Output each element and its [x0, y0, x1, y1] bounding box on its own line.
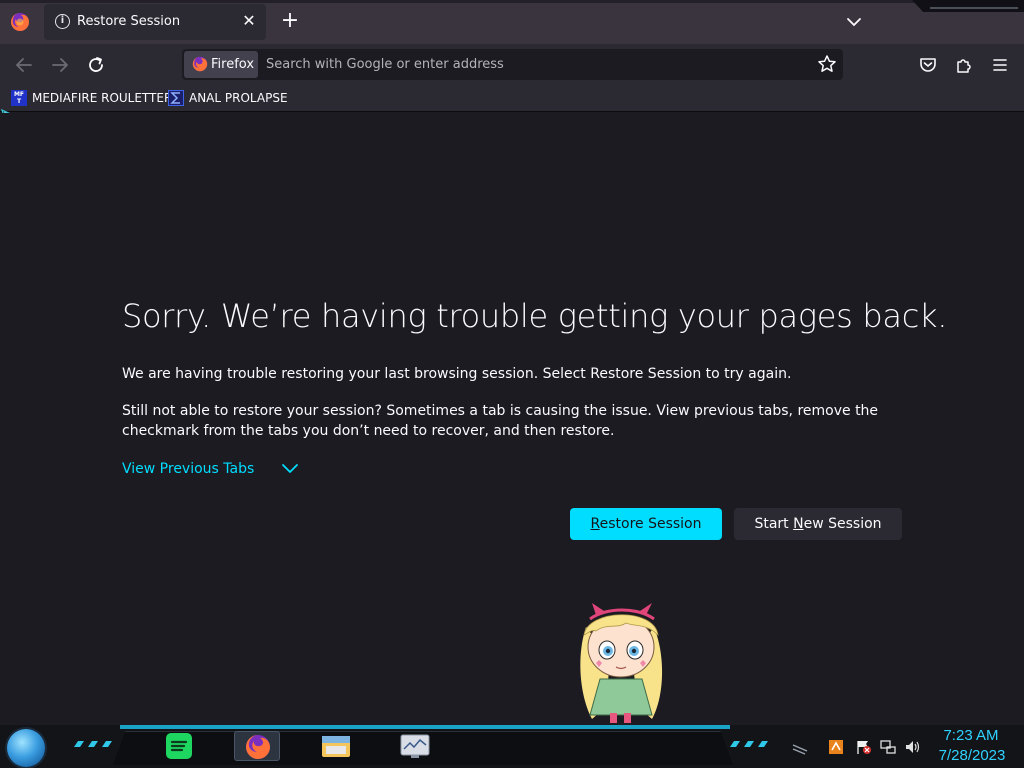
address-bar[interactable]: Firefox — [182, 49, 843, 80]
chevron-icon[interactable] — [792, 739, 808, 755]
bookmark-anal-prolapse[interactable]: ANAL PROLAPSE — [168, 87, 288, 109]
bookmark-mediafire-rouletter[interactable]: MF T MEDIAFIRE ROULETTER — [11, 87, 172, 109]
file-explorer-icon — [322, 736, 350, 757]
back-arrow-icon[interactable] — [12, 53, 36, 77]
identity-box[interactable]: Firefox — [184, 51, 258, 78]
tab-strip: i Restore Session ✕ + — [0, 0, 1024, 44]
accesskey-n: N — [793, 516, 804, 532]
action-center-flag-icon[interactable] — [856, 739, 872, 755]
extensions-icon[interactable] — [953, 54, 975, 76]
page-title: Sorry. We’re having trouble getting your… — [122, 297, 948, 335]
identity-label: Firefox — [211, 57, 255, 72]
taskbar-app-firefox[interactable] — [234, 731, 280, 761]
bookmark-label: MEDIAFIRE ROULETTER — [32, 91, 173, 105]
view-previous-tabs-toggle[interactable]: View Previous Tabs — [122, 461, 299, 477]
bookmarks-toolbar: MF T MEDIAFIRE ROULETTER ANAL PROLAPSE — [0, 84, 1024, 112]
desktop-mascot-image — [580, 603, 663, 723]
taskbar-app-system-monitor[interactable] — [392, 731, 438, 761]
plus-icon[interactable]: + — [279, 10, 301, 32]
error-help-text: Still not able to restore your session? … — [122, 403, 879, 439]
app-tray-icon[interactable] — [828, 739, 844, 755]
clock-time[interactable]: 7:23 AM — [936, 727, 1006, 744]
taskbar-chevrons-left-icon — [74, 741, 112, 747]
chevron-down-icon — [282, 464, 299, 473]
firefox-logo-icon[interactable] — [10, 12, 30, 32]
start-button[interactable] — [7, 729, 45, 767]
firefox-logo-icon — [192, 56, 208, 72]
error-description: We are having trouble restoring your las… — [122, 366, 792, 382]
start-new-session-button[interactable]: Start New Session — [734, 508, 902, 540]
window-corner-decoration — [912, 0, 1024, 12]
system-monitor-icon — [400, 734, 430, 758]
close-icon[interactable]: ✕ — [239, 11, 259, 31]
hamburger-menu-icon[interactable] — [989, 54, 1011, 76]
bookmark-star-icon[interactable] — [817, 54, 837, 74]
info-icon: i — [55, 14, 70, 29]
taskbar-chevrons-right-icon — [730, 741, 768, 747]
taskbar-app-file-explorer[interactable] — [313, 731, 359, 761]
accesskey-r: R — [590, 516, 600, 532]
forward-arrow-icon[interactable] — [48, 53, 72, 77]
reload-icon[interactable] — [84, 53, 108, 77]
restore-session-page: Sorry. We’re having trouble getting your… — [0, 113, 1024, 725]
taskbar-app-spotify[interactable] — [156, 731, 202, 761]
new-session-label-start: Start — [754, 516, 794, 532]
network-icon[interactable] — [880, 739, 896, 755]
tab-restore-session[interactable]: i Restore Session ✕ — [44, 4, 266, 40]
clock-date[interactable]: 7/28/2023 — [932, 747, 1012, 764]
volume-icon[interactable] — [904, 739, 920, 755]
new-session-label-rest: ew Session — [803, 516, 882, 532]
pocket-icon[interactable] — [917, 54, 939, 76]
restore-button-label: estore Session — [599, 516, 702, 532]
sigma-favicon-icon — [168, 90, 184, 106]
restore-session-button[interactable]: Restore Session — [570, 508, 722, 540]
view-previous-tabs-label: View Previous Tabs — [122, 461, 255, 477]
bookmark-label: ANAL PROLAPSE — [189, 91, 288, 105]
spotify-icon — [166, 733, 192, 759]
tab-title: Restore Session — [77, 14, 181, 29]
chevron-down-icon[interactable] — [843, 12, 865, 32]
taskbar-accent-strip — [120, 725, 730, 729]
taskbar: 7:23 AM 7/28/2023 — [0, 725, 1024, 768]
firefox-icon — [246, 735, 270, 759]
search-input[interactable] — [266, 49, 806, 80]
